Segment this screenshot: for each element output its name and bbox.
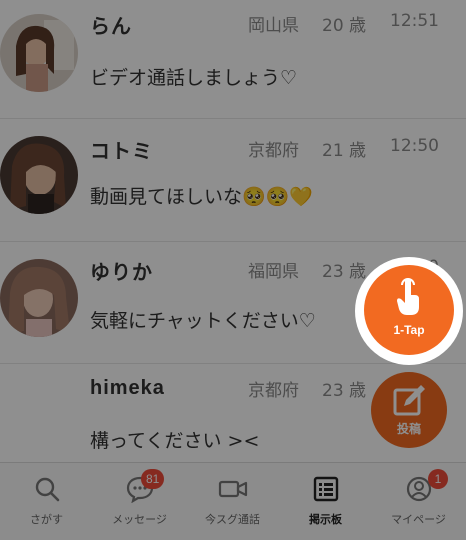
tap-hand-icon [397,278,419,315]
one-tap-button[interactable]: 1-Tap [364,265,454,355]
one-tap-label: 1-Tap [393,323,425,337]
